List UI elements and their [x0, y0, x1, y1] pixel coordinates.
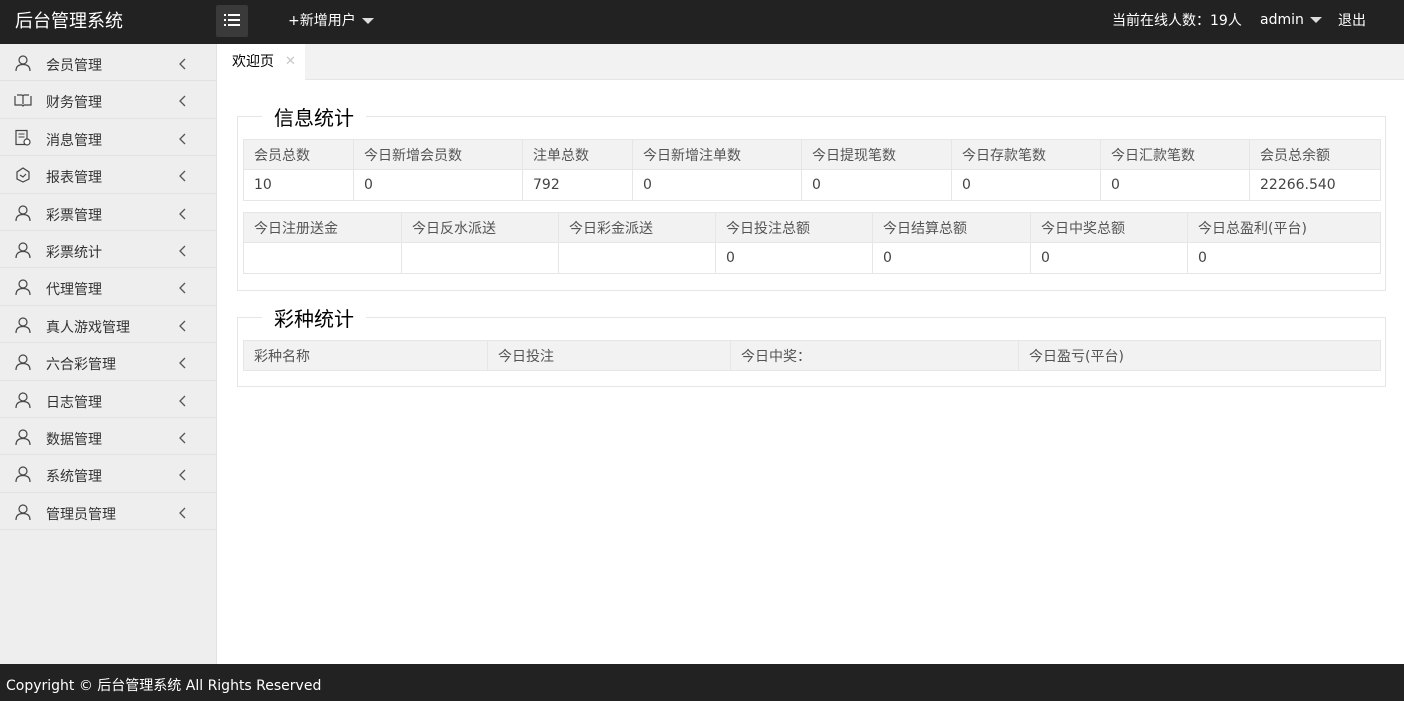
user-icon	[14, 316, 32, 334]
list-icon	[224, 14, 240, 26]
sidebar-item[interactable]: 管理员管理	[0, 493, 216, 531]
tab-bar: 欢迎页 ✕	[217, 44, 1404, 80]
sidebar-item-label: 管理员管理	[46, 506, 116, 523]
caret-down-icon	[361, 18, 374, 24]
admin-label: admin	[1260, 12, 1304, 28]
report-icon	[14, 166, 32, 184]
info-stats-title: 信息统计	[274, 106, 354, 130]
chevron-left-icon[interactable]	[178, 507, 188, 519]
sidebar-item[interactable]: 会员管理	[0, 44, 216, 82]
top-header: 后台管理系统 +新增用户 当前在线人数：19人 admin 退出	[0, 0, 1404, 44]
chevron-left-icon[interactable]	[178, 95, 188, 107]
table-cell: 22266.540	[1249, 169, 1381, 201]
logout-link[interactable]: 退出	[1338, 0, 1366, 42]
tab-label: 欢迎页	[232, 54, 274, 70]
sidebar-item[interactable]: 真人游戏管理	[0, 306, 216, 344]
table-cell: 10	[243, 169, 354, 201]
sidebar-item[interactable]: 系统管理	[0, 455, 216, 493]
chevron-left-icon[interactable]	[178, 395, 188, 407]
column-header: 今日注册送金	[243, 212, 402, 243]
close-icon[interactable]: ✕	[285, 55, 296, 69]
user-icon	[14, 278, 32, 296]
table-cell	[243, 242, 402, 274]
chevron-left-icon[interactable]	[178, 282, 188, 294]
column-header: 今日总盈利(平台)	[1187, 212, 1381, 243]
table-cell: 0	[715, 242, 873, 274]
admin-menu[interactable]: admin	[1260, 0, 1322, 40]
sidebar-item[interactable]: 日志管理	[0, 381, 216, 418]
column-header: 今日中奖：	[730, 340, 1019, 371]
user-icon	[14, 241, 32, 259]
table-cell: 0	[1100, 169, 1250, 201]
book-icon	[14, 91, 32, 109]
column-header: 会员总数	[243, 139, 354, 170]
chevron-left-icon[interactable]	[178, 245, 188, 257]
table-cell	[401, 242, 559, 274]
table-cell: 0	[632, 169, 802, 201]
tab-welcome[interactable]: 欢迎页 ✕	[217, 44, 305, 80]
chevron-left-icon[interactable]	[178, 133, 188, 145]
add-user-menu[interactable]: +新增用户	[288, 0, 374, 42]
add-user-label: +新增用户	[288, 13, 356, 29]
column-header: 今日彩金派送	[558, 212, 716, 243]
user-icon	[14, 465, 32, 483]
caret-down-icon	[1309, 17, 1322, 23]
chevron-left-icon[interactable]	[178, 170, 188, 182]
sidebar-item[interactable]: 六合彩管理	[0, 343, 216, 381]
copyright-text: Copyright © 后台管理系统 All Rights Reserved	[6, 678, 322, 694]
sidebar-item[interactable]: 消息管理	[0, 119, 216, 157]
main-content: 信息统计 会员总数 今日新增会员数 注单总数 今日新增注单数 今日提现笔数 今日存款笔数今…	[217, 80, 1404, 664]
user-icon	[14, 503, 32, 521]
sidebar-item[interactable]: 彩票统计	[0, 231, 216, 269]
chevron-left-icon[interactable]	[178, 58, 188, 70]
column-header: 今日提现笔数	[801, 139, 952, 170]
column-header: 今日新增注单数	[632, 139, 802, 170]
sidebar-item[interactable]: 数据管理	[0, 418, 216, 456]
sidebar-item[interactable]: 代理管理	[0, 268, 216, 306]
sidebar: 会员管理 财务管理 消息管理 报表管理 彩票管理 彩票统计 代理管理 真人游戏管理 六合彩管理日…	[0, 44, 217, 664]
user-icon	[14, 353, 32, 371]
column-header: 今日盈亏(平台)	[1018, 340, 1381, 371]
user-icon	[14, 54, 32, 72]
user-icon	[14, 204, 32, 222]
user-icon	[14, 428, 32, 446]
info-stats-table-1: 会员总数 今日新增会员数 注单总数 今日新增注单数 今日提现笔数 今日存款笔数 今日汇款笔数…	[243, 139, 1381, 201]
online-count: 当前在线人数：19人	[1112, 13, 1242, 29]
column-header: 会员总余额	[1249, 139, 1381, 170]
column-header: 今日存款笔数	[951, 139, 1101, 170]
sidebar-item[interactable]: 财务管理	[0, 81, 216, 119]
column-header: 注单总数	[522, 139, 633, 170]
user-icon	[14, 391, 32, 409]
table-cell: 0	[1030, 242, 1188, 274]
column-header: 今日投注	[487, 340, 731, 371]
document-icon	[14, 129, 32, 147]
table-cell: 0	[872, 242, 1031, 274]
chevron-left-icon[interactable]	[178, 320, 188, 332]
chevron-left-icon[interactable]	[178, 469, 188, 481]
table-cell: 0	[951, 169, 1101, 201]
chevron-left-icon[interactable]	[178, 357, 188, 369]
table-cell: 0	[801, 169, 952, 201]
sidebar-item[interactable]: 报表管理	[0, 156, 216, 194]
info-stats-table-2: 今日注册送金 今日反水派送 今日彩金派送 今日投注总额 今日结算总额 今日中奖总额 今日总盈…	[243, 212, 1381, 274]
table-cell	[558, 242, 716, 274]
menu-toggle-button[interactable]	[216, 5, 248, 37]
sidebar-item[interactable]: 彩票管理	[0, 194, 216, 231]
column-header: 今日结算总额	[872, 212, 1031, 243]
column-header: 今日新增会员数	[353, 139, 523, 170]
lottery-stats-table: 彩种名称 今日投注 今日中奖： 今日盈亏(平台)	[243, 340, 1381, 371]
chevron-left-icon[interactable]	[178, 432, 188, 444]
column-header: 彩种名称	[243, 340, 488, 371]
table-cell: 0	[1187, 242, 1381, 274]
app-logo[interactable]: 后台管理系统	[15, 0, 123, 44]
column-header: 今日投注总额	[715, 212, 873, 243]
table-cell: 0	[353, 169, 523, 201]
chevron-left-icon[interactable]	[178, 208, 188, 220]
table-cell: 792	[522, 169, 633, 201]
lottery-stats-title: 彩种统计	[274, 307, 354, 331]
footer: Copyright © 后台管理系统 All Rights Reserved	[0, 664, 1404, 701]
column-header: 今日汇款笔数	[1100, 139, 1250, 170]
column-header: 今日反水派送	[401, 212, 559, 243]
column-header: 今日中奖总额	[1030, 212, 1188, 243]
